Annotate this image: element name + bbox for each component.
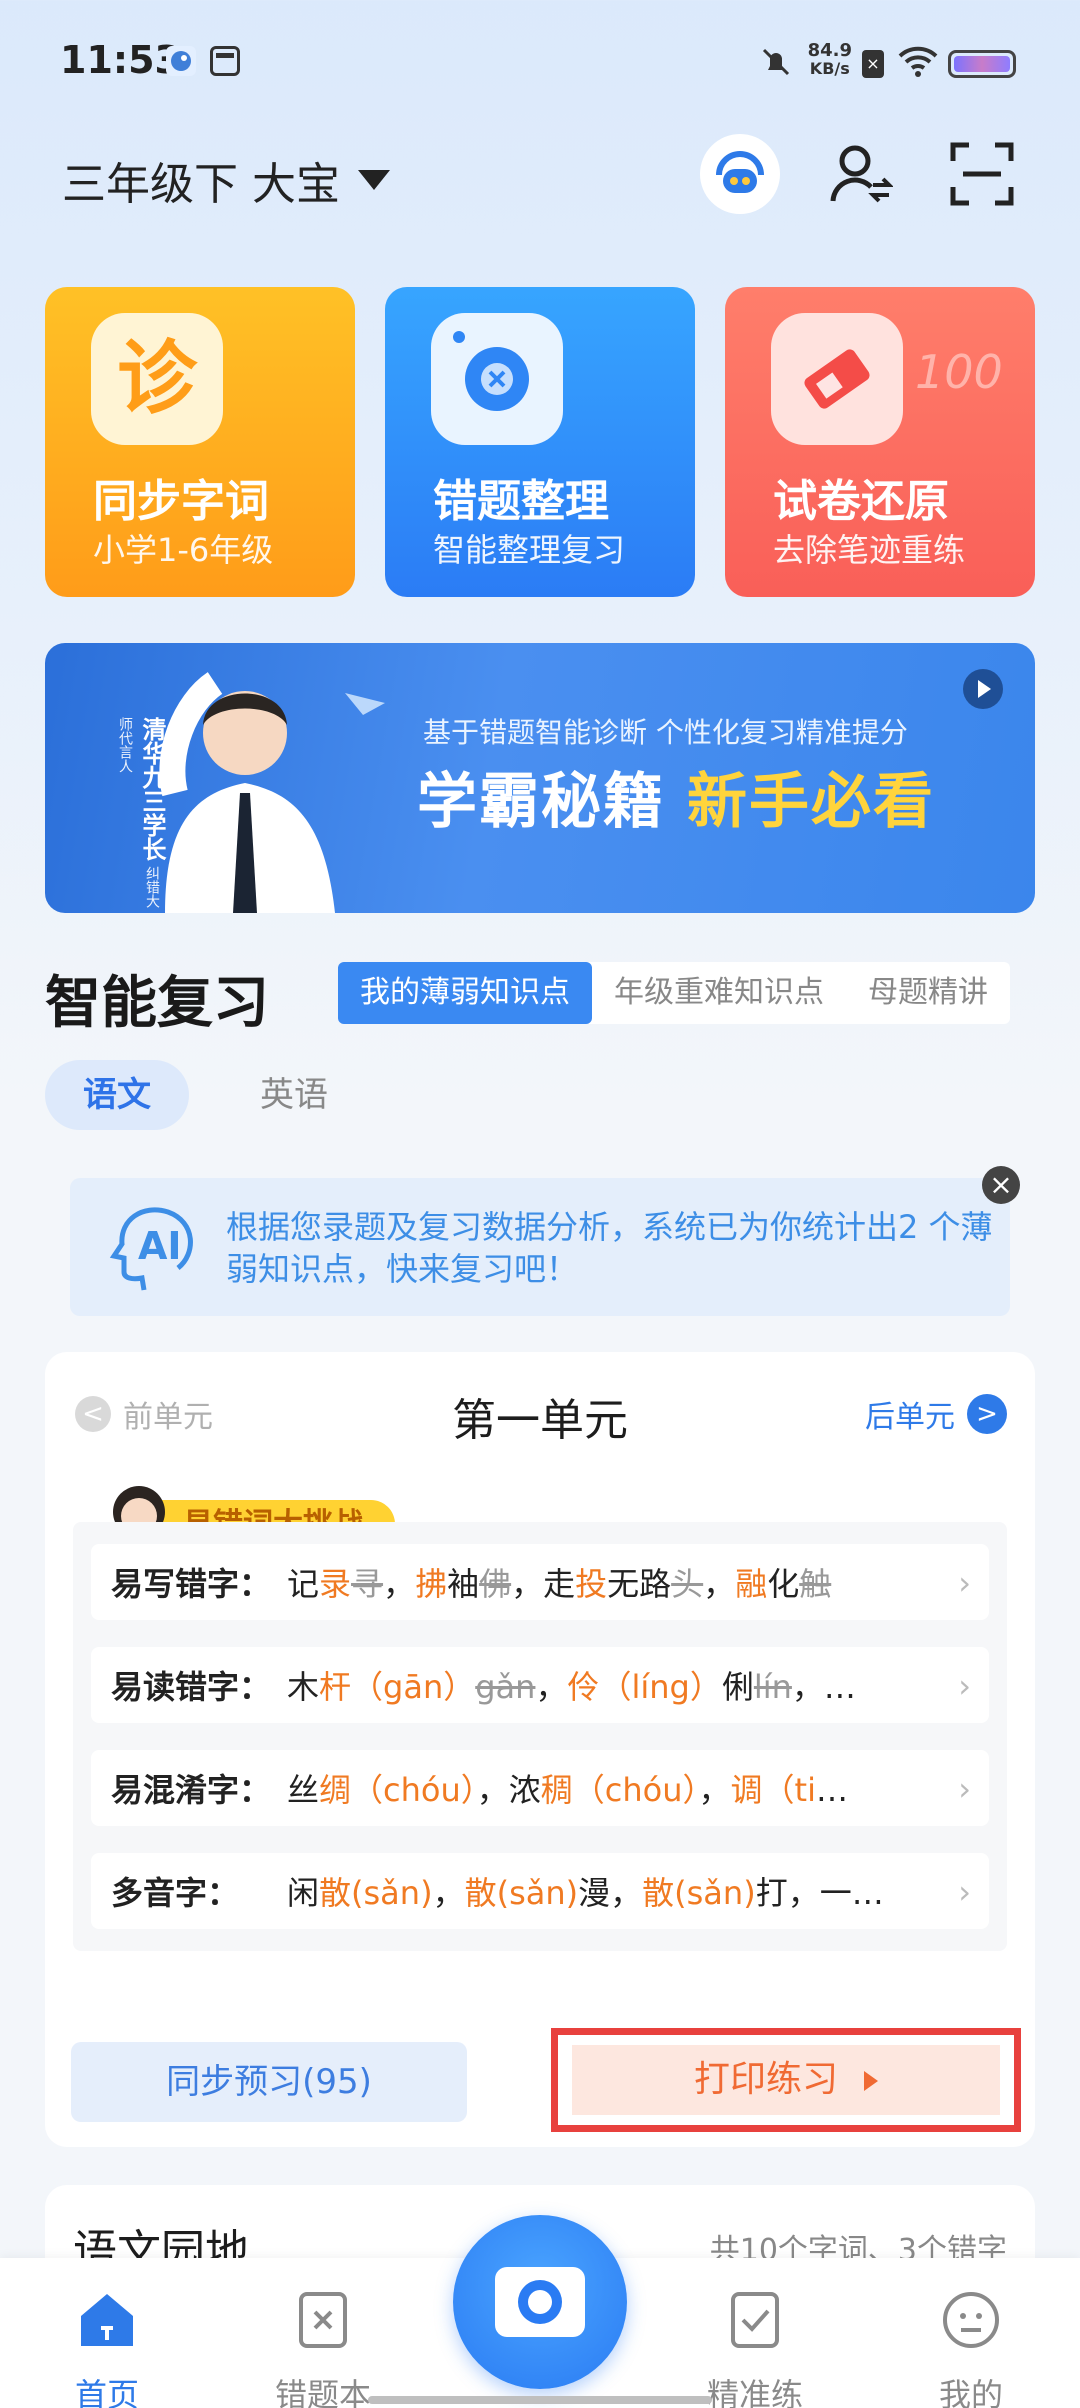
nav-precise-practice[interactable]: 精准练 [680, 2288, 830, 2408]
review-tabs: 我的薄弱知识点 年级重难知识点 母题精讲 [338, 962, 1010, 1024]
robot-chat-icon [700, 134, 780, 214]
card-title: 试卷还原 [773, 476, 949, 527]
network-speed: 84.9 KB/s [807, 40, 852, 78]
highlight-frame: 打印练习 [551, 2028, 1021, 2132]
battery-icon [948, 50, 1016, 78]
chevron-right-icon: › [958, 1873, 971, 1911]
camera-lens-icon [431, 313, 563, 445]
banner-title: 学霸秘籍 新手必看 [417, 767, 935, 837]
camera-capture-button[interactable] [453, 2215, 627, 2389]
chevron-right-icon: > [967, 1394, 1007, 1434]
nav-wrong-book[interactable]: 错题本 [248, 2288, 398, 2408]
checklist-icon [731, 2292, 779, 2348]
list-item[interactable]: 易混淆字： 丝绸（chóu），浓稠（chóu），调（ti… › [91, 1750, 989, 1826]
banner-subtitle: 基于错题智能诊断 个性化复习精准提分 [423, 716, 908, 749]
ai-head-icon: AI [108, 1200, 202, 1294]
chevron-right-icon: › [958, 1564, 971, 1602]
wrong-questions-card[interactable]: 错题整理 智能整理复习 [385, 287, 695, 597]
list-item[interactable]: 易写错字： 记录寻，拂袖佛，走投无路头，融化触 › [91, 1544, 989, 1620]
subject-english-tab[interactable]: 英语 [222, 1060, 366, 1130]
profile-face-icon [943, 2292, 999, 2348]
home-icon [81, 2294, 133, 2346]
ai-analysis-notice: AI 根据您录题及复习数据分析，系统已为你统计出2 个薄弱知识点，快来复习吧！ [70, 1178, 1010, 1316]
nav-home[interactable]: 首页 [32, 2288, 182, 2408]
sim-icon: × [862, 50, 884, 78]
scan-button[interactable] [940, 132, 1024, 216]
sync-preview-button[interactable]: 同步预习(95) [71, 2042, 467, 2122]
restore-paper-card[interactable]: 100 试卷还原 去除笔迹重练 [725, 287, 1035, 597]
switch-user-button[interactable] [818, 132, 902, 216]
user-switch-icon [830, 145, 893, 203]
grade-child-label: 三年级下 大宝 [62, 159, 340, 210]
camera-icon [495, 2267, 585, 2337]
tab-mother-questions[interactable]: 母题精讲 [846, 962, 1010, 1024]
list-item[interactable]: 易读错字： 木杆（gān）gǎn，伶（líng）俐lín，… › [91, 1647, 989, 1723]
grade-child-selector[interactable]: 三年级下 大宝 [62, 148, 390, 212]
diagnose-icon: 诊 [91, 313, 223, 445]
mute-icon [758, 44, 794, 84]
card-title: 同步字词 [93, 476, 269, 527]
play-arrow-icon [864, 2071, 878, 2091]
close-icon[interactable]: × [982, 1166, 1020, 1204]
subject-chinese-tab[interactable]: 语文 [45, 1060, 189, 1130]
tab-grade-difficult[interactable]: 年级重难知识点 [592, 962, 846, 1024]
chevron-right-icon: › [958, 1770, 971, 1808]
vertical-caption: 清华九三学长 纠错大师代言人 [117, 717, 166, 909]
app-notification-icon [166, 46, 196, 76]
nav-mine[interactable]: 我的 [896, 2288, 1046, 2408]
print-practice-button[interactable]: 打印练习 [572, 2045, 1000, 2115]
smart-review-title: 智能复习 [45, 971, 269, 1036]
play-icon[interactable] [963, 669, 1003, 709]
ai-message: 根据您录题及复习数据分析，系统已为你统计出2 个薄弱知识点，快来复习吧！ [226, 1208, 993, 1288]
error-words-list: 易写错字： 记录寻，拂袖佛，走投无路头，融化触 › 易读错字： 木杆（gān）g… [73, 1522, 1007, 1951]
home-indicator [368, 2396, 712, 2404]
eraser-paper-icon [771, 313, 903, 445]
tab-weak-points[interactable]: 我的薄弱知识点 [338, 962, 592, 1024]
dropdown-caret-icon [358, 170, 390, 190]
unit-card: < 前单元 第一单元 后单元 > 易错词大挑战 语文 易写错字： 记录寻，拂袖佛… [45, 1352, 1035, 2147]
sync-words-card[interactable]: 诊 同步字词 小学1-6年级 [45, 287, 355, 597]
card-subtitle: 智能整理复习 [433, 531, 626, 569]
customer-service-button[interactable] [698, 132, 782, 216]
student-illustration [159, 672, 385, 913]
list-item[interactable]: 多音字： 闲散(sǎn)，散(sǎn)漫，散(sǎn)打，一… › [91, 1853, 989, 1929]
calendar-notification-icon [210, 46, 240, 76]
score-decoration: 100 [915, 345, 1003, 399]
status-time: 11:53 [60, 38, 181, 82]
scan-icon [950, 142, 1014, 206]
wrong-book-icon [299, 2292, 347, 2348]
card-subtitle: 小学1-6年级 [93, 531, 274, 569]
promo-banner[interactable]: 清华九三学长 纠错大师代言人 基于错题智能诊断 个性化复习精准提分 学霸秘籍 新手… [45, 643, 1035, 913]
card-title: 错题整理 [433, 476, 609, 527]
wifi-icon [898, 44, 938, 82]
next-unit-button[interactable]: 后单元 > [865, 1392, 1007, 1436]
card-subtitle: 去除笔迹重练 [773, 531, 966, 569]
chevron-right-icon: › [958, 1667, 971, 1705]
